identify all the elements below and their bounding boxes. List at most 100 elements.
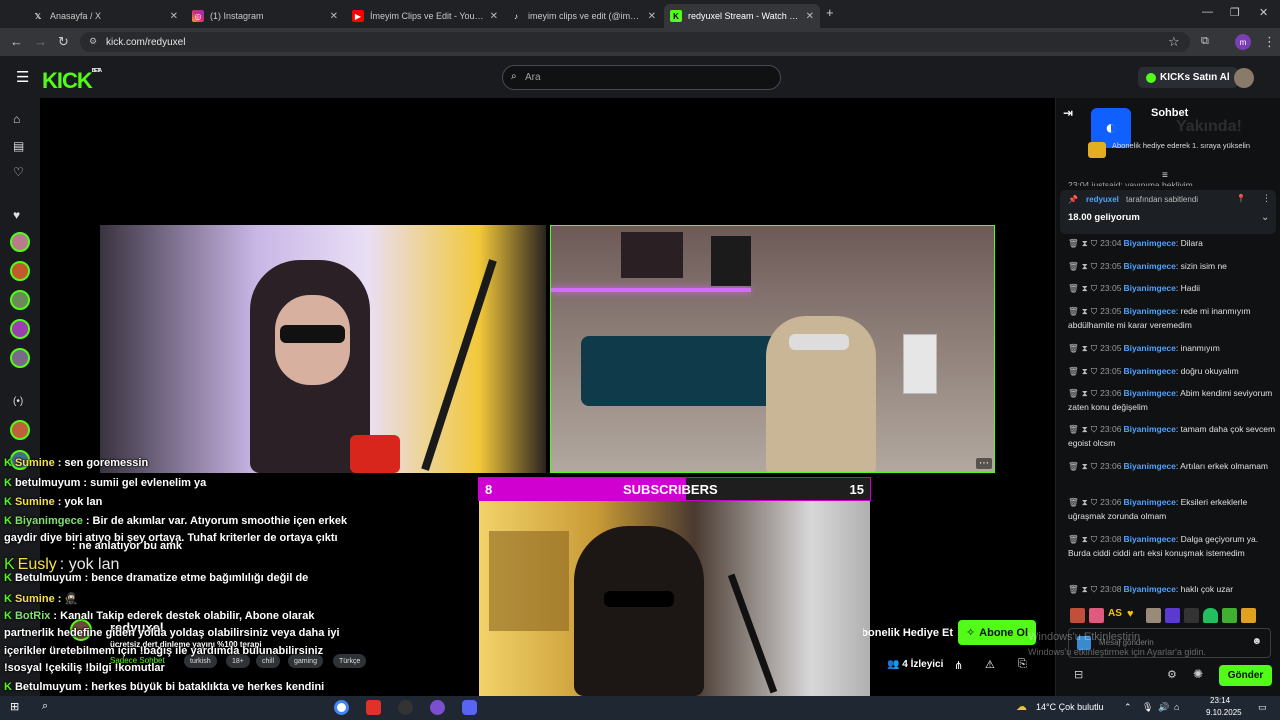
extensions-icon[interactable]: ⧉ — [1201, 35, 1209, 48]
followed-channel-avatar[interactable] — [10, 319, 30, 339]
mod-shield-icon[interactable]: ⛉ — [1091, 238, 1097, 248]
close-icon[interactable]: ✕ — [490, 11, 498, 22]
mod-shield-icon[interactable]: ⛉ — [1091, 497, 1097, 507]
timeout-icon[interactable]: ⧗ — [1082, 461, 1088, 471]
followed-channel-avatar[interactable] — [10, 232, 30, 252]
chat-message[interactable]: 🗑 ⧗ ⛉ 23:08 Biyanimgece: Dalga geçiyorum ya.… — [1068, 532, 1276, 560]
kick-logo[interactable]: KICKBETA — [42, 68, 102, 94]
timeout-icon[interactable]: ⧗ — [1082, 497, 1088, 507]
emote[interactable] — [1222, 608, 1237, 623]
delete-icon[interactable]: 🗑 — [1068, 343, 1079, 353]
tag-chip[interactable]: chill — [256, 654, 281, 668]
mod-shield-icon[interactable]: ⛉ — [1091, 388, 1097, 398]
gift-leaderboard-banner[interactable]: Abonelik hediye ederek 1. sıraya yükseli… — [1112, 141, 1272, 150]
menu-kebab-icon[interactable]: ⋮ — [1263, 34, 1276, 50]
tab-instagram[interactable]: ◎ (1) Instagram ✕ — [186, 4, 344, 28]
emote[interactable]: ♥ — [1127, 608, 1142, 623]
clip-icon[interactable]: ⎘ — [1018, 658, 1027, 671]
channel-name[interactable]: redyuxel — [110, 620, 163, 635]
home-icon[interactable]: ⌂ — [13, 112, 20, 126]
delete-icon[interactable]: 🗑 — [1068, 534, 1079, 544]
bookmark-star-icon[interactable]: ☆ — [1168, 34, 1180, 50]
send-button[interactable]: Gönder — [1219, 665, 1272, 686]
browse-icon[interactable]: ▤ — [13, 139, 24, 153]
network-icon[interactable]: ⌂ — [1174, 702, 1179, 712]
channel-avatar[interactable] — [70, 619, 92, 641]
mod-shield-icon[interactable]: ⛉ — [1091, 261, 1097, 271]
emote[interactable] — [1146, 608, 1161, 623]
pinned-message[interactable]: 📌 redyuxel tarafından sabitlendi 18.00 g… — [1060, 190, 1276, 234]
message-username[interactable]: Biyanimgece — [1123, 283, 1175, 293]
chat-message[interactable]: 🗑 ⧗ ⛉ 23:04 Biyanimgece: Dilara — [1068, 236, 1276, 250]
delete-icon[interactable]: 🗑 — [1068, 497, 1079, 507]
app-icon[interactable] — [430, 700, 445, 715]
tab-tiktok[interactable]: ♪ imeyim clips ve edit (@imeyimk ✕ — [504, 4, 662, 28]
emote[interactable]: AS — [1108, 608, 1123, 623]
message-username[interactable]: Biyanimgece — [1123, 343, 1175, 353]
emote[interactable] — [1203, 608, 1218, 623]
chevron-down-icon[interactable]: ⌄ — [1261, 212, 1269, 223]
timeout-icon[interactable]: ⧗ — [1082, 366, 1088, 376]
delete-icon[interactable]: 🗑 — [1068, 238, 1079, 248]
chat-message[interactable]: 🗑 ⧗ ⛉ 23:05 Biyanimgece: inanmıyım — [1068, 341, 1276, 355]
site-info-icon[interactable]: ⚙ — [89, 36, 97, 47]
gift-subscription-button[interactable]: Abonelik Hediye Et — [863, 620, 953, 645]
message-username[interactable]: Biyanimgece — [1123, 261, 1175, 271]
video-player[interactable]: ⋯ — [40, 98, 1055, 696]
timeout-icon[interactable]: ⧗ — [1082, 388, 1088, 398]
hamburger-menu-icon[interactable]: ☰ — [16, 68, 29, 86]
tag-chip[interactable]: gaming — [288, 654, 323, 668]
close-icon[interactable]: ✕ — [806, 11, 814, 22]
close-window-icon[interactable]: ✕ — [1259, 6, 1268, 19]
timeout-icon[interactable]: ⧗ — [1082, 306, 1088, 316]
weather-text[interactable]: 14°C Çok bulutlu — [1036, 702, 1104, 712]
timeout-icon[interactable]: ⧗ — [1082, 584, 1088, 594]
microphone-icon[interactable]: 🎙 — [1142, 702, 1153, 713]
message-username[interactable]: Biyanimgece — [1123, 584, 1175, 594]
delete-icon[interactable]: 🗑 — [1068, 424, 1079, 434]
emote[interactable] — [1089, 608, 1104, 623]
volume-icon[interactable]: 🔊 — [1158, 702, 1169, 713]
delete-icon[interactable]: 🗑 — [1068, 388, 1079, 398]
message-username[interactable]: Biyanimgece — [1123, 497, 1175, 507]
chat-message[interactable]: 🗑 ⧗ ⛉ 23:05 Biyanimgece: Hadii — [1068, 281, 1276, 295]
timeout-icon[interactable]: ⧗ — [1082, 343, 1088, 353]
report-warning-icon[interactable]: ⚠ — [985, 658, 995, 671]
clock-date[interactable]: 9.10.2025 — [1206, 708, 1242, 717]
message-username[interactable]: Biyanimgece — [1123, 306, 1175, 316]
message-username[interactable]: Biyanimgece — [1123, 366, 1175, 376]
emote[interactable] — [1070, 608, 1085, 623]
chat-message[interactable]: 🗑 ⧗ ⛉ 23:05 Biyanimgece: sizin isim ne — [1068, 259, 1276, 273]
tag-chip[interactable]: turkish — [184, 654, 217, 668]
maximize-icon[interactable]: ❐ — [1230, 6, 1240, 19]
stream-category[interactable]: Sadece Sohbet — [110, 656, 165, 665]
tab-youtube[interactable]: ▶ İmeyim Clips ve Edit - YouTube ✕ — [346, 4, 504, 28]
chat-message[interactable]: 🗑 ⧗ ⛉ 23:06 Biyanimgece: Eksileri erkeklerle… — [1068, 495, 1276, 523]
timeout-icon[interactable]: ⧗ — [1082, 534, 1088, 544]
windows-start-icon[interactable]: ⊞ — [10, 700, 19, 713]
message-username[interactable]: Biyanimgece — [1123, 388, 1175, 398]
mod-shield-icon[interactable]: ⛉ — [1091, 366, 1097, 376]
app-icon[interactable] — [366, 700, 381, 715]
chat-tools-icon[interactable]: ✺ — [1193, 667, 1203, 681]
message-username[interactable]: Biyanimgece — [1123, 534, 1175, 544]
share-icon[interactable]: ⋔ — [954, 659, 963, 672]
notifications-icon[interactable]: ▭ — [1258, 702, 1267, 713]
timeout-icon[interactable]: ⧗ — [1082, 238, 1088, 248]
more-options-icon[interactable]: ⋯ — [976, 458, 992, 469]
delete-icon[interactable]: 🗑 — [1068, 261, 1079, 271]
timeout-icon[interactable]: ⧗ — [1082, 283, 1088, 293]
user-avatar[interactable] — [1234, 68, 1254, 88]
delete-icon[interactable]: 🗑 — [1068, 306, 1079, 316]
chat-settings-gear-icon[interactable]: ⚙ — [1167, 668, 1177, 681]
mod-shield-icon[interactable]: ⛉ — [1091, 343, 1097, 353]
followed-channel-avatar[interactable] — [10, 348, 30, 368]
mod-shield-icon[interactable]: ⛉ — [1091, 534, 1097, 544]
tag-chip[interactable]: 18+ — [226, 654, 250, 668]
followed-channel-avatar[interactable] — [10, 261, 30, 281]
reload-icon[interactable]: ↻ — [58, 34, 69, 50]
buy-kicks-button[interactable]: KICKs Satın Al — [1138, 67, 1238, 88]
tag-chip[interactable]: Türkçe — [333, 654, 367, 668]
tab-kick[interactable]: K redyuxel Stream - Watch Live o ✕ — [664, 4, 820, 28]
search-input[interactable]: ⌕ Ara — [502, 65, 781, 90]
